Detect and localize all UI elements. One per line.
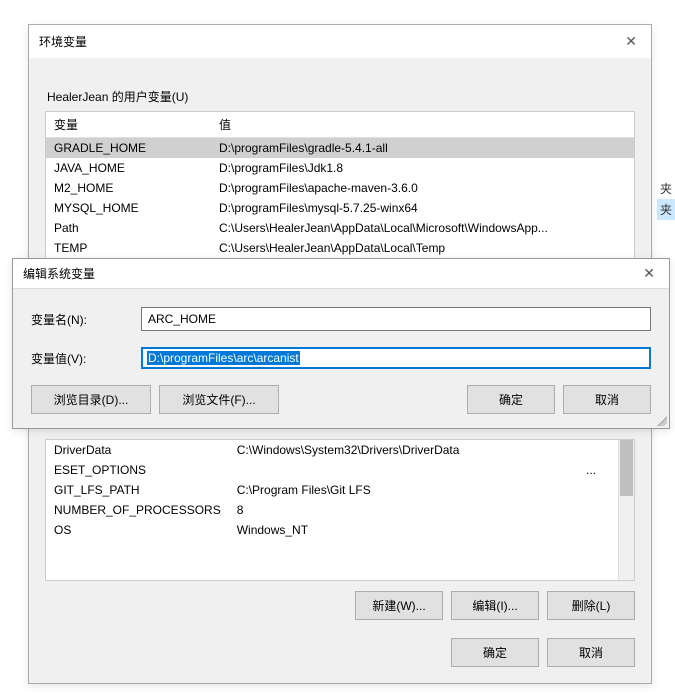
background-fragment: 夹 夹 [657, 178, 675, 220]
table-row[interactable]: DriverDataC:\Windows\System32\Drivers\Dr… [46, 440, 618, 460]
frag-char-1: 夹 [657, 178, 675, 199]
cell-var-name: Path [46, 218, 211, 238]
system-vars-table[interactable]: DriverDataC:\Windows\System32\Drivers\Dr… [45, 439, 635, 581]
cell-var-value: C:\Program Files\Git LFS [229, 480, 618, 500]
table-row[interactable]: M2_HOMED:\programFiles\apache-maven-3.6.… [46, 178, 634, 198]
cell-var-value: ... [229, 460, 618, 480]
table-row[interactable]: GIT_LFS_PATHC:\Program Files\Git LFS [46, 480, 618, 500]
cell-var-value: C:\Windows\System32\Drivers\DriverData [229, 440, 618, 460]
table-row[interactable]: GRADLE_HOMED:\programFiles\gradle-5.4.1-… [46, 138, 634, 159]
resize-grip-icon[interactable] [655, 414, 667, 426]
col-value[interactable]: 值 [211, 112, 634, 138]
cell-var-name: JAVA_HOME [46, 158, 211, 178]
delete-button[interactable]: 删除(L) [547, 591, 635, 620]
new-button[interactable]: 新建(W)... [355, 591, 443, 620]
frag-char-2: 夹 [657, 199, 675, 220]
cell-var-value: D:\programFiles\mysql-5.7.25-winx64 [211, 198, 634, 218]
table-row[interactable]: PathC:\Users\HealerJean\AppData\Local\Mi… [46, 218, 634, 238]
col-variable[interactable]: 变量 [46, 112, 211, 138]
cell-var-name: M2_HOME [46, 178, 211, 198]
cell-var-value: C:\Users\HealerJean\AppData\Local\Temp [211, 238, 634, 258]
cancel-button[interactable]: 取消 [563, 385, 651, 414]
table-row[interactable]: MYSQL_HOMED:\programFiles\mysql-5.7.25-w… [46, 198, 634, 218]
cell-var-value: D:\programFiles\gradle-5.4.1-all [211, 138, 634, 159]
table-row[interactable]: NUMBER_OF_PROCESSORS8 [46, 500, 618, 520]
cell-var-value: 8 [229, 500, 618, 520]
env-dialog-titlebar: 环境变量 ✕ [29, 25, 651, 58]
cell-var-name: GIT_LFS_PATH [46, 480, 229, 500]
user-vars-table[interactable]: 变量 值 GRADLE_HOMED:\programFiles\gradle-5… [45, 111, 635, 269]
table-row[interactable]: ESET_OPTIONS... [46, 460, 618, 480]
close-icon[interactable]: ✕ [639, 265, 659, 282]
var-value-input[interactable]: D:\programFiles\arc\arcanist [141, 347, 651, 369]
cancel-button[interactable]: 取消 [547, 638, 635, 667]
cell-var-value: Windows_NT [229, 520, 618, 540]
cell-var-name: OS [46, 520, 229, 540]
close-icon[interactable]: ✕ [621, 33, 641, 50]
cell-var-name: NUMBER_OF_PROCESSORS [46, 500, 229, 520]
scrollbar-vertical[interactable] [618, 440, 634, 580]
var-value-label: 变量值(V): [31, 350, 141, 367]
cell-var-name: DriverData [46, 440, 229, 460]
ok-button[interactable]: 确定 [451, 638, 539, 667]
edit-dialog-titlebar: 编辑系统变量 ✕ [13, 259, 669, 289]
browse-file-button[interactable]: 浏览文件(F)... [159, 385, 279, 414]
cell-var-name: MYSQL_HOME [46, 198, 211, 218]
var-name-label: 变量名(N): [31, 311, 141, 328]
env-dialog-title: 环境变量 [39, 33, 87, 50]
edit-button[interactable]: 编辑(I)... [451, 591, 539, 620]
ok-button[interactable]: 确定 [467, 385, 555, 414]
user-vars-label: HealerJean 的用户变量(U) [47, 88, 635, 105]
cell-var-name: GRADLE_HOME [46, 138, 211, 159]
cell-var-value: D:\programFiles\Jdk1.8 [211, 158, 634, 178]
cell-var-name: TEMP [46, 238, 211, 258]
cell-var-value: C:\Users\HealerJean\AppData\Local\Micros… [211, 218, 634, 238]
var-value-text: D:\programFiles\arc\arcanist [147, 351, 300, 365]
var-name-input[interactable] [141, 307, 651, 331]
cell-var-name: ESET_OPTIONS [46, 460, 229, 480]
cell-var-value: D:\programFiles\apache-maven-3.6.0 [211, 178, 634, 198]
table-row[interactable]: TEMPC:\Users\HealerJean\AppData\Local\Te… [46, 238, 634, 258]
table-row[interactable]: OSWindows_NT [46, 520, 618, 540]
edit-dialog-title: 编辑系统变量 [23, 265, 95, 282]
scrollbar-thumb[interactable] [620, 440, 633, 496]
browse-dir-button[interactable]: 浏览目录(D)... [31, 385, 151, 414]
edit-variable-dialog: 编辑系统变量 ✕ 变量名(N): 变量值(V): D:\programFiles… [12, 258, 670, 429]
table-row[interactable]: JAVA_HOMED:\programFiles\Jdk1.8 [46, 158, 634, 178]
